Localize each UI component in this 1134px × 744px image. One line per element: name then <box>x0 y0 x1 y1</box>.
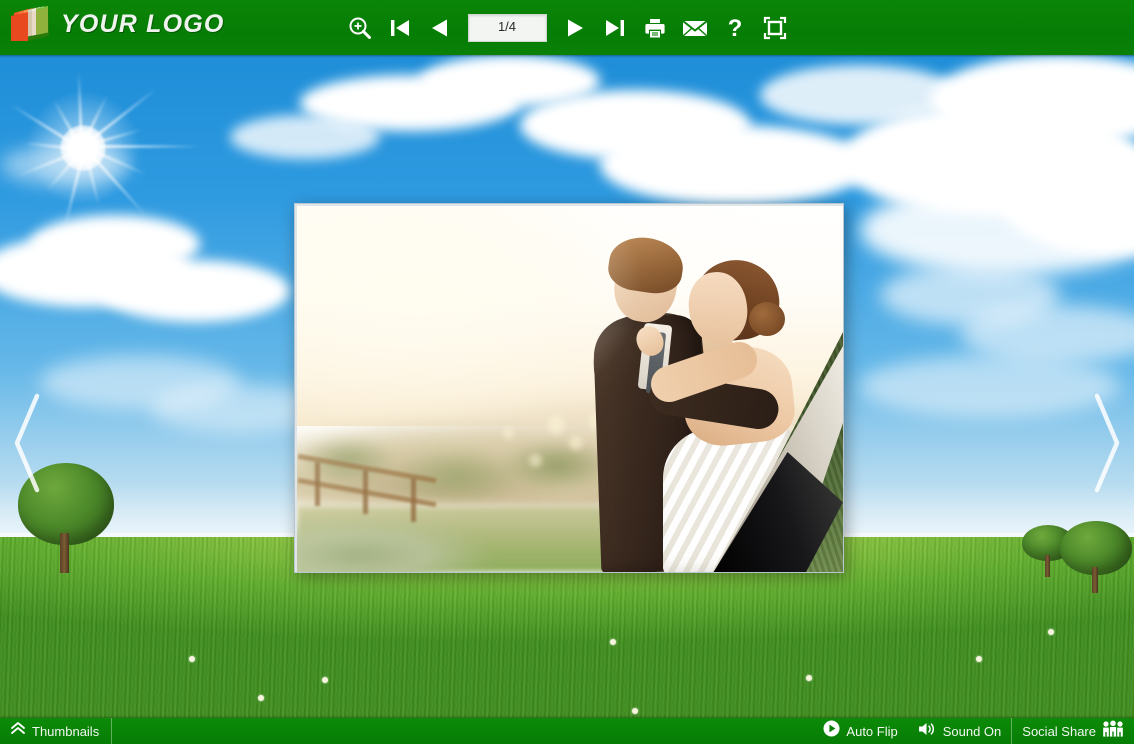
chevron-right-icon <box>1087 388 1127 503</box>
next-page-button[interactable] <box>555 6 595 50</box>
flipbook-viewer: YOUR LOGO 1/4 ? Thumbnails Auto Flip Sou… <box>0 0 1134 744</box>
play-circle-icon <box>823 720 840 742</box>
auto-flip-button[interactable]: Auto Flip <box>813 718 907 744</box>
sound-toggle-button[interactable]: Sound On <box>908 718 1012 744</box>
question-mark-icon: ? <box>723 15 747 41</box>
sound-label: Sound On <box>942 723 1002 739</box>
flipbook-page[interactable] <box>294 203 844 573</box>
page-number-input[interactable]: 1/4 <box>467 13 547 42</box>
printer-icon <box>643 16 667 40</box>
chevron-left-icon <box>7 388 47 503</box>
flower <box>806 675 812 681</box>
flower <box>632 708 638 714</box>
flower <box>610 639 616 645</box>
bottom-right-controls: Auto Flip Sound On Social Share <box>813 718 1134 744</box>
zoom-in-icon <box>347 15 373 41</box>
cloud <box>0 145 130 185</box>
print-button[interactable] <box>635 6 675 50</box>
page-shell <box>294 203 844 573</box>
people-group-icon <box>1102 720 1124 743</box>
top-toolbar: YOUR LOGO 1/4 ? <box>0 0 1134 55</box>
flower <box>976 656 982 662</box>
flower <box>1048 629 1054 635</box>
next-page-arrow[interactable] <box>1080 385 1134 505</box>
social-share-button[interactable]: Social Share <box>1012 718 1134 744</box>
page-corner-curl[interactable] <box>693 332 843 572</box>
svg-text:?: ? <box>727 15 742 41</box>
flower <box>258 695 264 701</box>
next-page-icon <box>563 16 587 40</box>
thumbnails-button[interactable]: Thumbnails <box>0 718 113 744</box>
fence <box>297 453 457 531</box>
zoom-in-button[interactable] <box>340 6 380 50</box>
previous-page-arrow[interactable] <box>0 385 54 505</box>
first-page-icon <box>388 16 412 40</box>
fullscreen-icon <box>762 15 788 41</box>
thumbnails-label: Thumbnails <box>32 723 100 739</box>
double-chevron-up-icon <box>10 721 26 741</box>
tree-right-large <box>1060 521 1132 593</box>
envelope-icon <box>681 16 709 40</box>
cloud <box>600 125 870 205</box>
flower <box>189 656 195 662</box>
background-scene <box>0 55 1134 718</box>
first-page-button[interactable] <box>380 6 420 50</box>
bottom-toolbar: Thumbnails Auto Flip Sound On Social Sha… <box>0 718 1134 744</box>
auto-flip-label: Auto Flip <box>846 723 898 739</box>
speaker-on-icon <box>918 721 937 742</box>
previous-page-icon <box>428 16 452 40</box>
toolbar-controls: 1/4 ? <box>0 0 1134 55</box>
flower <box>322 677 328 683</box>
fullscreen-button[interactable] <box>755 6 795 50</box>
previous-page-button[interactable] <box>420 6 460 50</box>
cloud <box>100 260 290 322</box>
help-button[interactable]: ? <box>715 6 755 50</box>
email-button[interactable] <box>675 6 715 50</box>
last-page-button[interactable] <box>595 6 635 50</box>
social-share-label: Social Share <box>1022 723 1096 739</box>
last-page-icon <box>603 16 627 40</box>
